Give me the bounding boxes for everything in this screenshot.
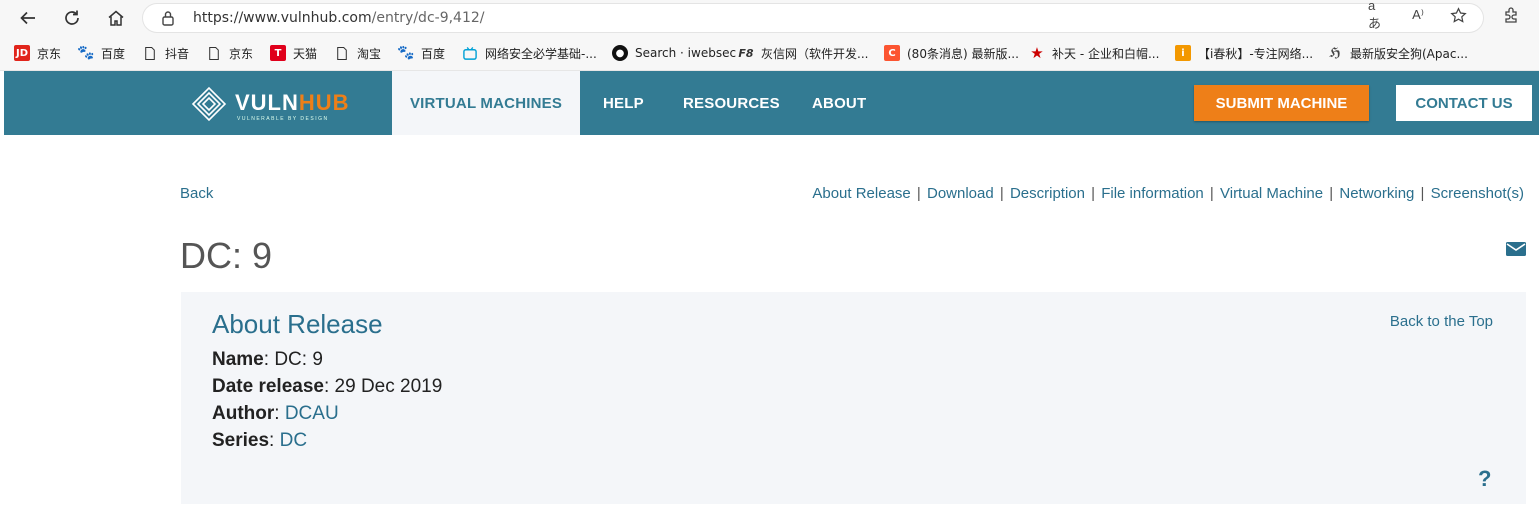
- bookmark-label: 【i春秋】-专注网络...: [1198, 46, 1314, 61]
- back-to-top-link[interactable]: Back to the Top: [1390, 313, 1493, 330]
- bookmark-label: 百度: [101, 46, 126, 61]
- envelope-icon[interactable]: [1506, 241, 1526, 257]
- bookmark-label: 灰信网（软件开发...: [761, 46, 869, 61]
- baidu-paw-icon: 🐾: [77, 45, 95, 61]
- bookmark-label: 天猫: [293, 46, 318, 61]
- back-arrow-icon[interactable]: [16, 6, 40, 30]
- separator: |: [1086, 185, 1100, 202]
- bookmark-baidu-2[interactable]: 🐾 百度: [397, 44, 446, 62]
- browser-toolbar: https://www.vulnhub.com/entry/dc-9,412/ …: [0, 0, 1539, 36]
- about-release-heading: About Release: [212, 309, 383, 339]
- tmall-icon: T: [270, 45, 286, 61]
- bookmark-taobao[interactable]: 淘宝: [334, 44, 381, 62]
- bookmark-tmall[interactable]: T 天猫: [270, 44, 317, 62]
- about-release-panel: About Release Back to the Top Name: DC: …: [181, 292, 1526, 504]
- bookmark-label: 抖音: [165, 46, 190, 61]
- separator: |: [1205, 185, 1218, 202]
- author-label: Author: [212, 403, 275, 424]
- bookmark-baidu[interactable]: 🐾 百度: [77, 44, 126, 62]
- bookmark-label: 京东: [229, 46, 254, 61]
- bookmark-label: 补天 - 企业和白帽...: [1052, 46, 1160, 61]
- bookmark-safedog[interactable]: ℌ 最新版安全狗(Apac...: [1327, 44, 1468, 62]
- bookmark-jd-2[interactable]: 京东: [206, 44, 253, 62]
- star-icon: ★: [1030, 44, 1044, 62]
- bookmark-label: 百度: [421, 46, 446, 61]
- section-link-download[interactable]: Download: [927, 185, 994, 202]
- extensions-icon[interactable]: [1501, 5, 1521, 25]
- series-link[interactable]: DC: [280, 430, 307, 451]
- submit-machine-button[interactable]: SUBMIT MACHINE: [1194, 85, 1369, 121]
- bookmark-label: 最新版安全狗(Apac...: [1350, 46, 1468, 61]
- translate-icon[interactable]: aあ: [1368, 0, 1388, 31]
- back-link[interactable]: Back: [180, 185, 213, 202]
- nav-resources[interactable]: RESOURCES: [683, 71, 780, 135]
- bookmark-butian[interactable]: ★ 补天 - 企业和白帽...: [1029, 44, 1159, 62]
- baidu-paw-icon: 🐾: [397, 45, 415, 61]
- help-icon[interactable]: ?: [1478, 466, 1491, 492]
- url-text[interactable]: https://www.vulnhub.com/entry/dc-9,412/: [193, 10, 485, 26]
- separator: |: [995, 185, 1008, 202]
- page-icon: [206, 45, 222, 61]
- date-value: 29 Dec 2019: [334, 376, 443, 397]
- nav-virtual-machines[interactable]: VIRTUAL MACHINES: [392, 71, 580, 135]
- address-bar[interactable]: https://www.vulnhub.com/entry/dc-9,412/: [143, 4, 1483, 32]
- release-date-row: Date release: 29 Dec 2019: [212, 376, 443, 397]
- section-link-virtual-machine[interactable]: Virtual Machine: [1220, 185, 1323, 202]
- url-path: /entry/dc-9,412/: [371, 10, 485, 26]
- nav-about[interactable]: ABOUT: [812, 71, 866, 135]
- bookmark-label: 网络安全必学基础-...: [485, 46, 597, 61]
- jd-icon: JD: [14, 45, 30, 61]
- bookmark-label: (80条消息) 最新版...: [907, 46, 1019, 61]
- favorite-star-icon[interactable]: [1448, 5, 1468, 25]
- ichunqiu-icon: i: [1175, 45, 1191, 61]
- page-icon: [334, 45, 350, 61]
- bookmarks-bar: JD 京东 🐾 百度 抖音 京东 T 天猫 淘宝 🐾 百度 网络安全必学基础-... ●…: [0, 36, 1539, 71]
- site-header: VULNHUB VULNERABLE BY DESIGN VIRTUAL MAC…: [4, 71, 1539, 135]
- lock-icon[interactable]: [161, 10, 175, 26]
- bookmark-label: 淘宝: [357, 46, 382, 61]
- bookmark-label: 京东: [37, 46, 62, 61]
- vulnhub-logo[interactable]: VULNHUB VULNERABLE BY DESIGN: [189, 82, 351, 126]
- separator: |: [912, 185, 925, 202]
- section-nav: About Release | Download | Description |…: [812, 185, 1524, 202]
- section-link-file-information[interactable]: File information: [1101, 185, 1204, 202]
- page-title: DC: 9: [180, 235, 273, 276]
- bookmark-ichunqiu[interactable]: i 【i春秋】-专注网络...: [1175, 44, 1313, 62]
- logo-text: VULNHUB: [235, 90, 350, 115]
- bookmark-github[interactable]: ● Search · iwebsec: [612, 44, 736, 62]
- name-label: Name: [212, 349, 264, 370]
- author-row: Author: DCAU: [212, 403, 339, 424]
- bookmark-bilibili[interactable]: 网络安全必学基础-...: [462, 44, 597, 62]
- read-aloud-icon[interactable]: A⁾: [1408, 5, 1428, 25]
- series-row: Series: DC: [212, 430, 308, 451]
- logo-tagline: VULNERABLE BY DESIGN: [237, 116, 329, 122]
- section-link-description[interactable]: Description: [1010, 185, 1085, 202]
- home-icon[interactable]: [104, 6, 128, 30]
- refresh-icon[interactable]: [60, 6, 84, 30]
- separator: |: [1325, 185, 1338, 202]
- nav-help[interactable]: HELP: [603, 71, 644, 135]
- csdn-icon: C: [884, 45, 900, 61]
- release-name-row: Name: DC: 9: [212, 349, 323, 370]
- contact-us-button[interactable]: CONTACT US: [1396, 85, 1532, 121]
- bookmark-label: Search · iwebsec: [635, 46, 737, 60]
- series-label: Series: [212, 430, 270, 451]
- bookmark-jd[interactable]: JD 京东: [14, 44, 61, 62]
- author-link[interactable]: DCAU: [285, 403, 339, 424]
- section-link-networking[interactable]: Networking: [1339, 185, 1414, 202]
- section-link-screenshots[interactable]: Screenshot(s): [1431, 185, 1524, 202]
- bookmark-huixin[interactable]: F8 灰信网（软件开发...: [738, 44, 868, 62]
- tv-icon: [462, 45, 478, 61]
- date-label: Date release: [212, 376, 324, 397]
- github-icon: ●: [612, 45, 628, 61]
- name-value: DC: 9: [274, 349, 323, 370]
- separator: |: [1416, 185, 1429, 202]
- dog-icon: ℌ: [1329, 45, 1341, 61]
- f8-icon: F8: [738, 46, 754, 60]
- bookmark-csdn[interactable]: C (80条消息) 最新版...: [884, 44, 1019, 62]
- bookmark-douyin[interactable]: 抖音: [142, 44, 189, 62]
- page-icon: [142, 45, 158, 61]
- section-link-about-release[interactable]: About Release: [812, 185, 910, 202]
- url-domain: https://www.vulnhub.com: [193, 10, 372, 26]
